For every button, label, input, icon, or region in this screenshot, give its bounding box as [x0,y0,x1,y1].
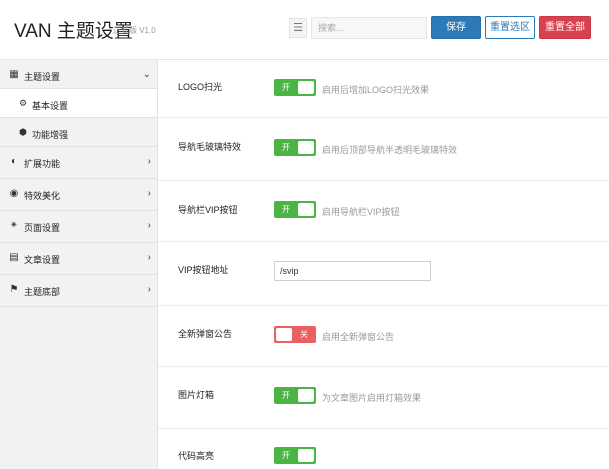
setting-label: 导航栏VIP按钮 [178,205,238,215]
sidebar-subitem-feature-enhance[interactable]: ⬢ 功能增强 [0,118,157,147]
star-icon: ✴ [9,220,19,231]
switch-knob [276,328,292,341]
sidebar-item-label: 页面设置 [24,223,61,233]
switch-knob [298,449,314,462]
switch-knob [298,203,314,216]
sidebar-item-label: 特效美化 [24,191,61,201]
sidebar-item-label: 功能增强 [32,130,69,140]
list-icon[interactable]: ☰ [289,18,307,38]
switch-on-text: 开 [282,451,290,460]
switch-on-text: 开 [282,391,290,400]
setting-label: 导航毛玻璃特效 [178,142,242,152]
switch-on-text: 开 [282,83,290,92]
vip-url-input[interactable] [274,261,431,281]
sidebar-item-footer[interactable]: ⚑ 主题底部 › [0,275,157,307]
nav-vip-button-toggle[interactable]: 开 [274,201,316,218]
theme-settings-app: VAN 主题设置 正式版 V1.0 ☰ 保存 重置选区 重置全部 ▦ 主题设置 … [0,0,609,469]
chevron-right-icon: › [147,284,151,295]
sidebar-item-theme-settings[interactable]: ▦ 主题设置 ⌄ [0,60,157,89]
top-header: VAN 主题设置 正式版 V1.0 ☰ 保存 重置选区 重置全部 [0,0,609,60]
sidebar-item-label: 文章设置 [24,255,61,265]
chevron-right-icon: › [147,188,151,199]
setting-label: LOGO扫光 [178,82,223,92]
nav-glass-toggle[interactable]: 开 [274,139,316,156]
chevron-right-icon: › [147,220,151,231]
setting-row-lightbox: 图片灯箱 开 为文章图片启用灯箱效果 [158,367,609,429]
sidebar-item-label: 基本设置 [32,101,69,111]
setting-description: 启用全新弹窗公告 [322,332,395,342]
sidebar-item-page-settings[interactable]: ✴ 页面设置 › [0,211,157,243]
setting-row-logo-shine: LOGO扫光 开 启用后增加LOGO扫光效果 [158,60,609,118]
gear-icon: ⚙ [18,98,28,108]
setting-description: 启用后增加LOGO扫光效果 [322,85,430,95]
sidebar-item-effects[interactable]: ◉ 特效美化 › [0,179,157,211]
reset-section-button[interactable]: 重置选区 [485,16,535,39]
setting-row-nav-glass: 导航毛玻璃特效 开 启用后顶部导航半透明毛玻璃特效 [158,118,609,181]
sidebar-item-article-settings[interactable]: ▤ 文章设置 › [0,243,157,275]
code-highlight-toggle[interactable]: 开 [274,447,316,464]
sidebar-nav: ▦ 主题设置 ⌄ ⚙ 基本设置 ⬢ 功能增强 ◐ 扩展功能 › ◉ 特效美化 ›… [0,60,158,469]
setting-description: 启用导航栏VIP按钮 [322,207,400,217]
setting-row-vip-url: VIP按钮地址 [158,242,609,306]
sidebar-item-extensions[interactable]: ◐ 扩展功能 › [0,147,157,179]
switch-knob [298,389,314,402]
chevron-right-icon: › [147,156,151,167]
circle-notch-icon: ◐ [10,156,18,167]
file-icon: ▤ [9,252,19,263]
search-input[interactable] [311,17,427,39]
logo-shine-toggle[interactable]: 开 [274,79,316,96]
setting-description: 启用后顶部导航半透明毛玻璃特效 [322,145,458,155]
save-button[interactable]: 保存 [431,16,481,39]
sidebar-subitem-basic-settings[interactable]: ⚙ 基本设置 [0,89,157,118]
palette-icon: ◉ [9,188,19,199]
switch-knob [298,141,314,154]
setting-label: 代码高亮 [178,451,215,461]
sidebar-item-label: 扩展功能 [24,159,61,169]
switch-off-text: 关 [300,330,308,339]
setting-row-popup-notice: 全新弹窗公告 关 启用全新弹窗公告 [158,306,609,367]
version-label: 正式版 V1.0 [113,26,156,35]
switch-on-text: 开 [282,205,290,214]
sidebar-item-label: 主题设置 [24,72,61,82]
cube-icon: ⬢ [19,127,27,137]
setting-row-code-highlight: 代码高亮 开 [158,429,609,469]
setting-label: VIP按钮地址 [178,265,229,275]
reset-all-button[interactable]: 重置全部 [539,16,591,39]
chevron-down-icon: ⌄ [142,69,151,80]
switch-knob [298,81,314,94]
settings-panel: LOGO扫光 开 启用后增加LOGO扫光效果 导航毛玻璃特效 开 启用后顶部导航… [158,60,609,469]
sidebar-item-label: 主题底部 [24,287,61,297]
grid-icon: ▦ [9,69,19,80]
switch-on-text: 开 [282,143,290,152]
setting-row-nav-vip-button: 导航栏VIP按钮 开 启用导航栏VIP按钮 [158,181,609,242]
bookmark-icon: ⚑ [9,284,19,295]
chevron-right-icon: › [147,252,151,263]
popup-notice-toggle[interactable]: 关 [274,326,316,343]
setting-label: 全新弹窗公告 [178,329,233,339]
setting-label: 图片灯箱 [178,390,215,400]
lightbox-toggle[interactable]: 开 [274,387,316,404]
setting-description: 为文章图片启用灯箱效果 [322,393,422,403]
